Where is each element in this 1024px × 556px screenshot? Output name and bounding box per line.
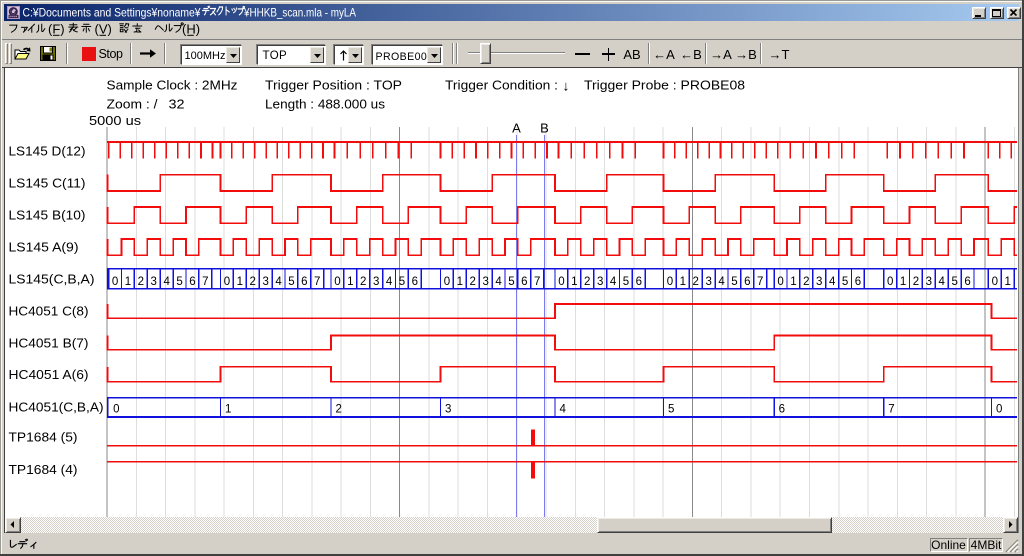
svg-text:(F): (F) [48,21,65,36]
svg-text:(H): (H) [182,21,200,36]
svg-text:(V): (V) [95,21,112,36]
